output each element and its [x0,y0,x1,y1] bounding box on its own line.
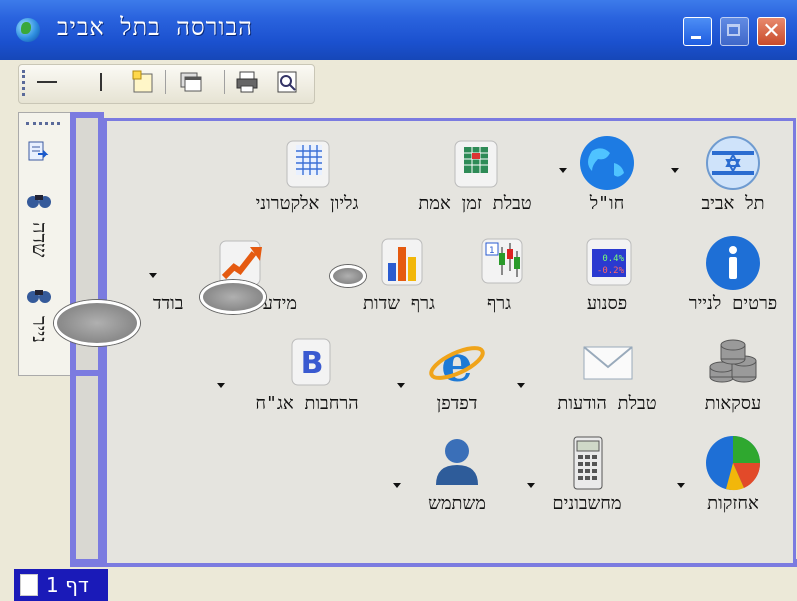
item-holdings[interactable]: אחזקות [673,433,793,514]
ellipse-marker [330,265,366,287]
item-label: פסנוע [586,293,628,314]
item-label: פרטים לנייר [688,293,778,314]
chevron-down-icon[interactable] [527,483,535,488]
realtime-table-icon [440,133,510,193]
chevron-down-icon[interactable] [149,273,157,278]
ticker-icon: 0.4% -0.2% [572,233,642,293]
app-window: הבורסה בתל אביב ✕ שדה נייר תל אביב חו"ל … [0,0,797,601]
side-tab-paper[interactable]: נייר [28,316,52,343]
vertical-line-icon[interactable] [88,69,114,95]
item-browser[interactable]: e דפדפן [397,333,517,414]
line-icon[interactable] [34,69,60,95]
minimize-button[interactable] [683,17,712,46]
item-realtime-table[interactable]: טבלת זמן אמת [415,133,535,214]
ellipse-marker [200,280,266,314]
item-label: עסקאות [704,393,762,414]
bonds-icon: B [272,333,342,393]
globe-icon [572,133,642,193]
item-label: מחשבונים [552,493,622,514]
window-title: הבורסה בתל אביב [57,13,253,41]
chevron-down-icon[interactable] [517,383,525,388]
item-bonds-extensions[interactable]: B הרחבות אג"ח [247,333,367,414]
item-label: חו"ל [589,193,625,214]
item-messages-table[interactable]: טבלת הודעות [547,333,667,414]
svg-text:e: e [441,334,473,393]
item-security-details[interactable]: פרטים לנייר [673,233,793,314]
chevron-down-icon[interactable] [397,383,405,388]
page-tab[interactable]: דף 1 [14,569,108,601]
page-icon [20,574,38,596]
item-label: טבלת הודעות [557,393,657,414]
bar-graph-icon [364,233,434,293]
svg-text:-0.2%: -0.2% [597,266,625,276]
icon-panel: תל אביב חו"ל טבלת זמן אמת גליון אלקטרוני [104,118,796,566]
cascade-windows-icon[interactable] [178,69,204,95]
print-icon[interactable] [234,69,260,95]
new-window-icon[interactable] [130,69,156,95]
calculator-icon [552,433,622,493]
status-bar [0,569,797,601]
coins-icon [698,333,768,393]
item-label: גרף שדות [363,293,435,314]
candlestick-icon: 1 [464,233,534,293]
israel-flag-icon [698,133,768,193]
item-label: טבלת זמן אמת [418,193,532,214]
chevron-down-icon[interactable] [677,483,685,488]
item-calculators[interactable]: מחשבונים [527,433,647,514]
chevron-down-icon[interactable] [671,168,679,173]
ellipse-marker [54,300,140,346]
pie-chart-icon [698,433,768,493]
item-spreadsheet[interactable]: גליון אלקטרוני [247,133,367,214]
print-preview-icon[interactable] [274,69,300,95]
item-label: דפדפן [436,393,478,414]
globe-icon [16,18,40,42]
envelope-icon [572,333,642,393]
item-label: תל אביב [701,193,765,214]
toolbar [18,64,315,104]
item-abroad[interactable]: חו"ל [547,133,667,214]
svg-text:1: 1 [489,246,495,256]
close-button[interactable]: ✕ [757,17,786,46]
chevron-down-icon[interactable] [393,483,401,488]
binoculars-icon[interactable] [26,190,52,214]
item-label: הרחבות אג"ח [255,393,359,414]
title-bar[interactable]: הבורסה בתל אביב ✕ [0,0,797,60]
binoculars-icon[interactable] [26,285,52,309]
info-icon [698,233,768,293]
item-ticker[interactable]: 0.4% -0.2% פסנוע [547,233,667,314]
chevron-down-icon[interactable] [217,383,225,388]
user-icon [422,433,492,493]
toolbar-grip[interactable] [22,70,28,96]
page-label: דף 1 [46,573,89,597]
spreadsheet-icon [272,133,342,193]
item-label: אחזקות [707,493,759,514]
maximize-button[interactable] [720,17,749,46]
item-label: גליון אלקטרוני [255,193,359,214]
svg-text:B: B [301,346,324,381]
item-user[interactable]: משתמש [397,433,517,514]
item-transactions[interactable]: עסקאות [673,333,793,414]
side-tab-field[interactable]: שדה [28,222,52,257]
item-tel-aviv[interactable]: תל אביב [673,133,793,214]
chevron-down-icon[interactable] [559,168,567,173]
svg-text:0.4%: 0.4% [602,254,624,264]
item-label: משתמש [428,493,486,514]
browser-icon: e [422,333,492,393]
document-arrow-icon[interactable] [26,140,52,168]
